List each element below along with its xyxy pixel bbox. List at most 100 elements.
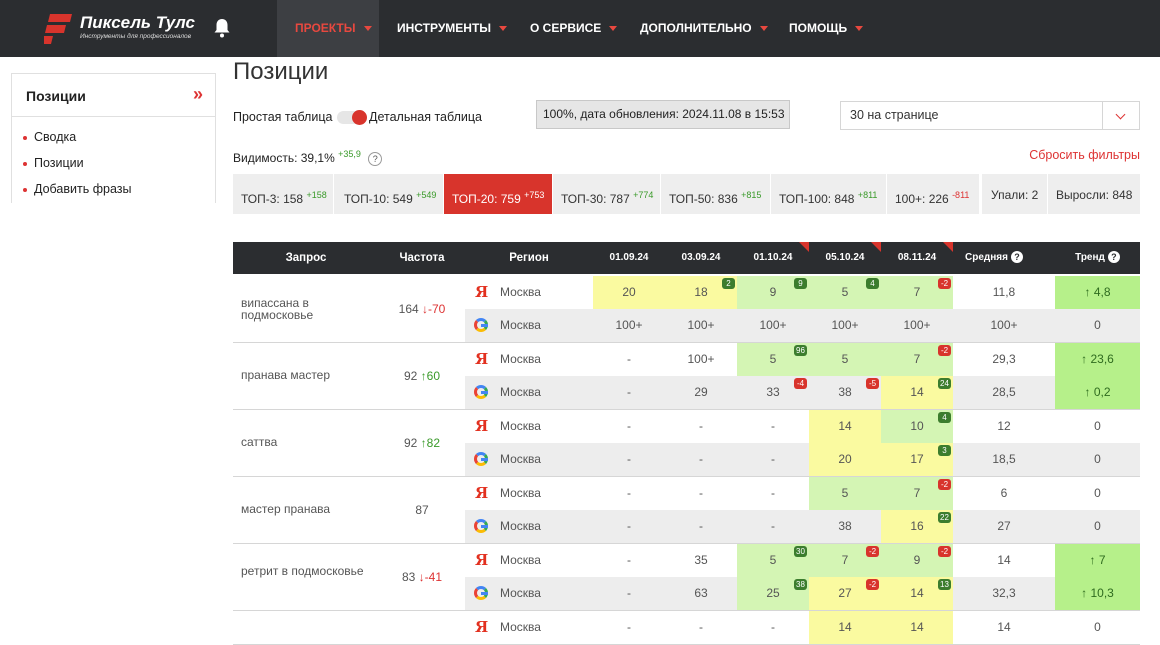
help-icon[interactable]: ? bbox=[1010, 251, 1023, 264]
filter-top20[interactable]: ТОП-20: 759 +753 bbox=[444, 174, 553, 214]
filter-fell[interactable]: Упали: 2 bbox=[982, 174, 1047, 214]
th-freq[interactable]: Частота bbox=[379, 242, 465, 274]
position-cell[interactable]: - bbox=[593, 544, 665, 577]
position-cell[interactable]: 18 2 bbox=[665, 276, 737, 309]
position-cell[interactable]: 10 4 bbox=[881, 410, 953, 443]
position-cell[interactable]: 20 bbox=[593, 276, 665, 309]
position-cell[interactable]: 16 22 bbox=[881, 510, 953, 543]
position-cell[interactable]: 5 96 bbox=[737, 343, 809, 376]
position-cell[interactable]: - bbox=[737, 477, 809, 510]
position-cell[interactable]: - bbox=[593, 577, 665, 610]
nav-tools[interactable]: ИНСТРУМЕНТЫ bbox=[397, 0, 508, 57]
th-average[interactable]: Средняя? bbox=[953, 242, 1035, 274]
filter-top3[interactable]: ТОП-3: 158 +158 bbox=[233, 174, 334, 214]
per-page-select[interactable]: 30 на странице bbox=[840, 101, 1140, 130]
position-cell[interactable]: 17 3 bbox=[881, 443, 953, 476]
query-text[interactable]: пранава мастер bbox=[241, 369, 371, 381]
query-text[interactable]: випассана в подмосковье bbox=[241, 297, 371, 321]
position-cell[interactable]: - bbox=[737, 443, 809, 476]
position-cell[interactable]: 9 -2 bbox=[881, 544, 953, 577]
position-cell[interactable]: 14 bbox=[881, 611, 953, 644]
bell-icon[interactable] bbox=[213, 18, 231, 38]
position-cell[interactable]: 14 24 bbox=[881, 376, 953, 409]
position-cell[interactable]: - bbox=[737, 510, 809, 543]
position-cell[interactable]: 38 bbox=[809, 510, 881, 543]
query-text[interactable]: мастер пранава bbox=[241, 503, 371, 515]
position-cell[interactable]: 20 bbox=[809, 443, 881, 476]
chevron-down-icon[interactable] bbox=[1102, 102, 1139, 129]
position-cell[interactable]: 5 bbox=[809, 343, 881, 376]
position-cell[interactable]: - bbox=[665, 611, 737, 644]
th-query[interactable]: Запрос bbox=[233, 242, 379, 274]
filter-grew[interactable]: Выросли: 848 bbox=[1048, 174, 1140, 214]
table-mode-toggle[interactable] bbox=[337, 110, 367, 125]
help-icon[interactable]: ? bbox=[1107, 251, 1120, 264]
position-cell[interactable]: - bbox=[665, 443, 737, 476]
th-trend[interactable]: Тренд? bbox=[1055, 242, 1140, 274]
position-cell[interactable]: 7 -2 bbox=[881, 477, 953, 510]
position-cell[interactable]: 100+ bbox=[809, 309, 881, 342]
position-cell[interactable]: 63 bbox=[665, 577, 737, 610]
position-cell[interactable]: 7 -2 bbox=[881, 276, 953, 309]
nav-about[interactable]: О СЕРВИСЕ bbox=[530, 0, 618, 57]
position-cell[interactable]: 100+ bbox=[593, 309, 665, 342]
filter-top30[interactable]: ТОП-30: 787 +774 bbox=[553, 174, 661, 214]
position-cell[interactable]: 33 -4 bbox=[737, 376, 809, 409]
reset-filters-link[interactable]: Сбросить фильтры bbox=[1029, 148, 1140, 162]
position-cell[interactable]: - bbox=[665, 410, 737, 443]
position-cell[interactable]: 14 bbox=[809, 611, 881, 644]
filter-top10[interactable]: ТОП-10: 549 +549 bbox=[334, 174, 444, 214]
position-cell[interactable]: 7 -2 bbox=[881, 343, 953, 376]
position-cell[interactable]: - bbox=[593, 443, 665, 476]
position-cell[interactable]: 99 bbox=[737, 276, 809, 309]
nav-projects[interactable]: ПРОЕКТЫ bbox=[277, 0, 379, 57]
position-cell[interactable]: 100+ bbox=[665, 343, 737, 376]
position-cell[interactable]: 7 -2 bbox=[809, 544, 881, 577]
position-cell[interactable]: 100+ bbox=[665, 309, 737, 342]
position-cell[interactable]: 14 bbox=[809, 410, 881, 443]
query-text[interactable]: саттва bbox=[241, 436, 371, 448]
position-cell[interactable]: - bbox=[593, 510, 665, 543]
position-cell[interactable]: - bbox=[593, 611, 665, 644]
position-cell[interactable]: 54 bbox=[809, 276, 881, 309]
position-cell[interactable]: - bbox=[665, 477, 737, 510]
position-cell[interactable]: 35 bbox=[665, 544, 737, 577]
position-cell[interactable]: - bbox=[593, 477, 665, 510]
sidebar-item-add-phrases[interactable]: Добавить фразы bbox=[22, 182, 131, 196]
position-cell[interactable]: 27 -2 bbox=[809, 577, 881, 610]
simple-table-label[interactable]: Простая таблица bbox=[233, 110, 332, 124]
logo[interactable]: Пиксель Тулс Инструменты для профессиона… bbox=[44, 12, 195, 46]
position-cell[interactable]: - bbox=[593, 343, 665, 376]
position-cell[interactable]: 100+ bbox=[881, 309, 953, 342]
help-icon[interactable]: ? bbox=[368, 151, 383, 166]
position-cell[interactable]: - bbox=[593, 376, 665, 409]
filter-top100[interactable]: ТОП-100: 848 +811 bbox=[771, 174, 887, 214]
position-cell[interactable]: 25 38 bbox=[737, 577, 809, 610]
position-cell[interactable]: 100+ bbox=[737, 309, 809, 342]
position-cell[interactable]: 5 bbox=[809, 477, 881, 510]
position-change-badge: 2 bbox=[722, 278, 735, 289]
position-cell[interactable]: 38 -5 bbox=[809, 376, 881, 409]
th-region[interactable]: Регион bbox=[465, 242, 593, 274]
detail-table-label[interactable]: Детальная таблица bbox=[369, 110, 482, 124]
filter-100plus[interactable]: 100+: 226 -811 bbox=[887, 174, 979, 214]
filter-top50[interactable]: ТОП-50: 836 +815 bbox=[661, 174, 771, 214]
position-cell[interactable]: - bbox=[593, 410, 665, 443]
sidebar-title: Позиции bbox=[26, 88, 86, 104]
sidebar-item-summary[interactable]: Сводка bbox=[22, 130, 76, 144]
sidebar-item-positions[interactable]: Позиции bbox=[23, 156, 84, 170]
trend-value: ↑ 4,8 bbox=[1055, 276, 1140, 309]
th-date[interactable]: 01.09.24 bbox=[593, 242, 665, 274]
position-cell[interactable]: 5 30 bbox=[737, 544, 809, 577]
position-cell[interactable]: - bbox=[737, 611, 809, 644]
position-cell[interactable]: 29 bbox=[665, 376, 737, 409]
nav-help[interactable]: ПОМОЩЬ bbox=[789, 0, 864, 57]
position-value: 5 bbox=[841, 486, 849, 500]
position-cell[interactable]: - bbox=[737, 410, 809, 443]
position-cell[interactable]: 14 13 bbox=[881, 577, 953, 610]
nav-extra[interactable]: ДОПОЛНИТЕЛЬНО bbox=[640, 0, 768, 57]
th-date[interactable]: 03.09.24 bbox=[665, 242, 737, 274]
position-cell[interactable]: - bbox=[665, 510, 737, 543]
query-text[interactable]: ретрит в подмосковье bbox=[241, 565, 371, 577]
collapse-icon[interactable]: » bbox=[193, 84, 203, 105]
